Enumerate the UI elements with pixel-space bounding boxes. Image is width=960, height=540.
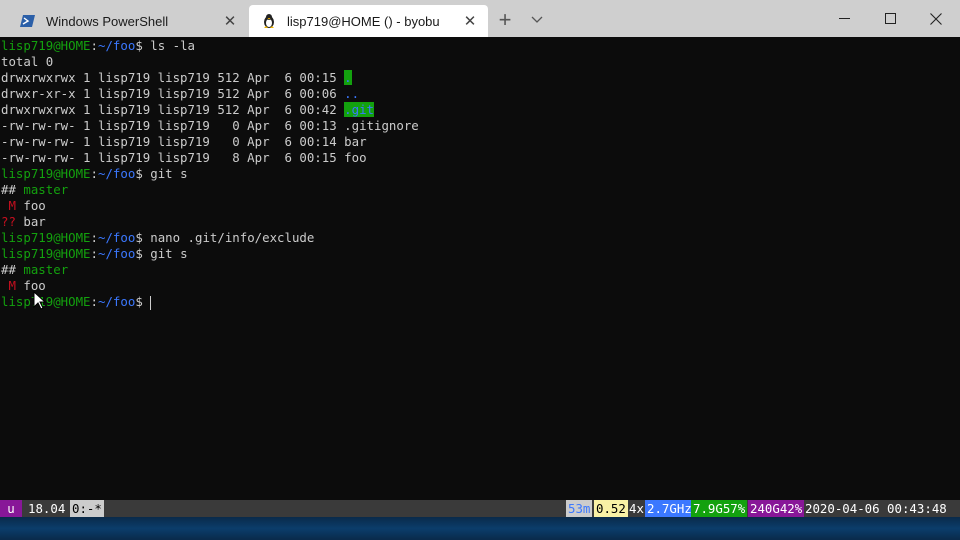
listing-row: drwxr-xr-x 1 lisp719 lisp719 512 Apr 6 0… [1,86,359,102]
prompt-sep: : [90,230,98,245]
new-tab-button[interactable]: + [494,7,516,32]
status-code: ?? [1,214,16,229]
command-text: nano .git/info/exclude [150,230,315,245]
status-window[interactable]: 0:-* [70,500,104,517]
prompt-user: lisp719@HOME [1,246,91,261]
git-status-line: ?? bar [1,214,46,230]
terminal-line: lisp719@HOME:~/foo$ ls -la [1,38,195,54]
branch-name: master [23,182,69,197]
status-file: foo [15,198,46,213]
prompt-dollar: $ [135,294,151,309]
listing-row: -rw-rw-rw- 1 lisp719 lisp719 8 Apr 6 00:… [1,150,367,166]
text-cursor [150,295,152,310]
tab-label: Windows PowerShell [46,13,169,29]
close-window-button[interactable] [913,0,959,37]
prompt-tilde: ~/ [98,38,113,53]
listing-name: . [344,70,352,85]
prompt-tilde: ~/ [98,246,113,261]
status-file: bar [15,214,46,229]
status-cpu-count: 4x [629,501,644,516]
command-text: git s [150,166,188,181]
byobu-status-bar: u 18.04 0:-* 53m 0.52 4x 2.7GHz 7.9G57% … [0,500,960,517]
command-text: git s [150,246,188,261]
listing-meta: -rw-rw-rw- 1 lisp719 lisp719 0 Apr 6 00:… [1,134,345,149]
tab-label: lisp719@HOME () - byobu [287,13,440,29]
listing-row: -rw-rw-rw- 1 lisp719 lisp719 0 Apr 6 00:… [1,134,367,150]
linux-penguin-icon [261,13,277,29]
mouse-pointer-icon [33,290,47,311]
minimize-button[interactable] [821,0,867,37]
branch-name: master [23,262,69,277]
chevron-down-icon[interactable] [526,9,548,31]
status-mem-info: 7.9G57% [691,500,748,517]
prompt-user: lisp719@HOME [1,230,91,245]
status-cpu-freq: 2.7GHz [645,500,694,517]
listing-name: .git [344,102,374,117]
branch-hashes: ## [1,262,24,277]
prompt-dir: foo [112,38,136,53]
terminal-line: total 0 [1,54,54,69]
listing-meta: -rw-rw-rw- 1 lisp719 lisp719 0 Apr 6 00:… [1,118,345,133]
status-code: M [1,278,16,293]
git-branch-line: ## master [1,262,68,278]
prompt-user: lisp719@HOME [1,38,91,53]
prompt-dollar: $ [135,166,151,181]
close-tab-icon[interactable]: ✕ [460,11,480,31]
branch-hashes: ## [1,182,24,197]
status-mem-used: 53m [566,500,593,517]
status-u: u [0,500,22,517]
prompt-dollar: $ [135,38,151,53]
terminal-line: lisp719@HOME:~/foo$ [1,294,152,310]
command-text: ls -la [150,38,195,53]
status-code: M [1,198,16,213]
prompt-user: lisp719@HOME [1,166,91,181]
listing-name: foo [344,150,367,165]
git-status-line: M foo [1,198,46,214]
listing-meta: drwxr-xr-x 1 lisp719 lisp719 512 Apr 6 0… [1,86,345,101]
listing-name: .. [344,86,360,101]
terminal-output[interactable]: lisp719@HOME:~/foo$ ls -la total 0 drwxr… [0,37,960,500]
powershell-icon [20,13,36,29]
prompt-sep: : [90,38,98,53]
prompt-sep: : [90,246,98,261]
prompt-dir: foo [112,294,136,309]
prompt-tilde: ~/ [98,294,113,309]
taskbar [0,517,960,540]
listing-row: -rw-rw-rw- 1 lisp719 lisp719 0 Apr 6 00:… [1,118,419,134]
prompt-sep: : [90,166,98,181]
listing-meta: drwxrwxrwx 1 lisp719 lisp719 512 Apr 6 0… [1,102,345,117]
listing-row: drwxrwxrwx 1 lisp719 lisp719 512 Apr 6 0… [1,102,374,118]
close-tab-icon[interactable]: ✕ [220,11,240,31]
terminal-line: lisp719@HOME:~/foo$ git s [1,246,188,262]
title-bar: Windows PowerShell ✕ lisp719@HOME () - b… [0,0,960,37]
status-disk: 240G42% [748,500,805,517]
status-load: 0.52 [594,500,628,517]
listing-meta: drwxrwxrwx 1 lisp719 lisp719 512 Apr 6 0… [1,70,345,85]
status-datetime: 2020-04-06 00:43:48 [805,501,947,516]
prompt-dir: foo [112,246,136,261]
tab-windows-powershell[interactable]: Windows PowerShell ✕ [8,5,248,37]
status-version: 18.04 [28,501,66,516]
prompt-dollar: $ [135,246,151,261]
listing-row: drwxrwxrwx 1 lisp719 lisp719 512 Apr 6 0… [1,70,352,86]
prompt-sep: : [90,294,98,309]
terminal-line: lisp719@HOME:~/foo$ nano .git/info/exclu… [1,230,314,246]
git-branch-line: ## master [1,182,68,198]
prompt-tilde: ~/ [98,166,113,181]
prompt-tilde: ~/ [98,230,113,245]
prompt-dir: foo [112,166,136,181]
maximize-button[interactable] [867,0,913,37]
listing-meta: -rw-rw-rw- 1 lisp719 lisp719 8 Apr 6 00:… [1,150,345,165]
prompt-dollar: $ [135,230,151,245]
listing-name: bar [344,134,367,149]
tab-byobu[interactable]: lisp719@HOME () - byobu ✕ [249,5,488,37]
terminal-line: lisp719@HOME:~/foo$ git s [1,166,188,182]
listing-name: .gitignore [344,118,419,133]
prompt-dir: foo [112,230,136,245]
